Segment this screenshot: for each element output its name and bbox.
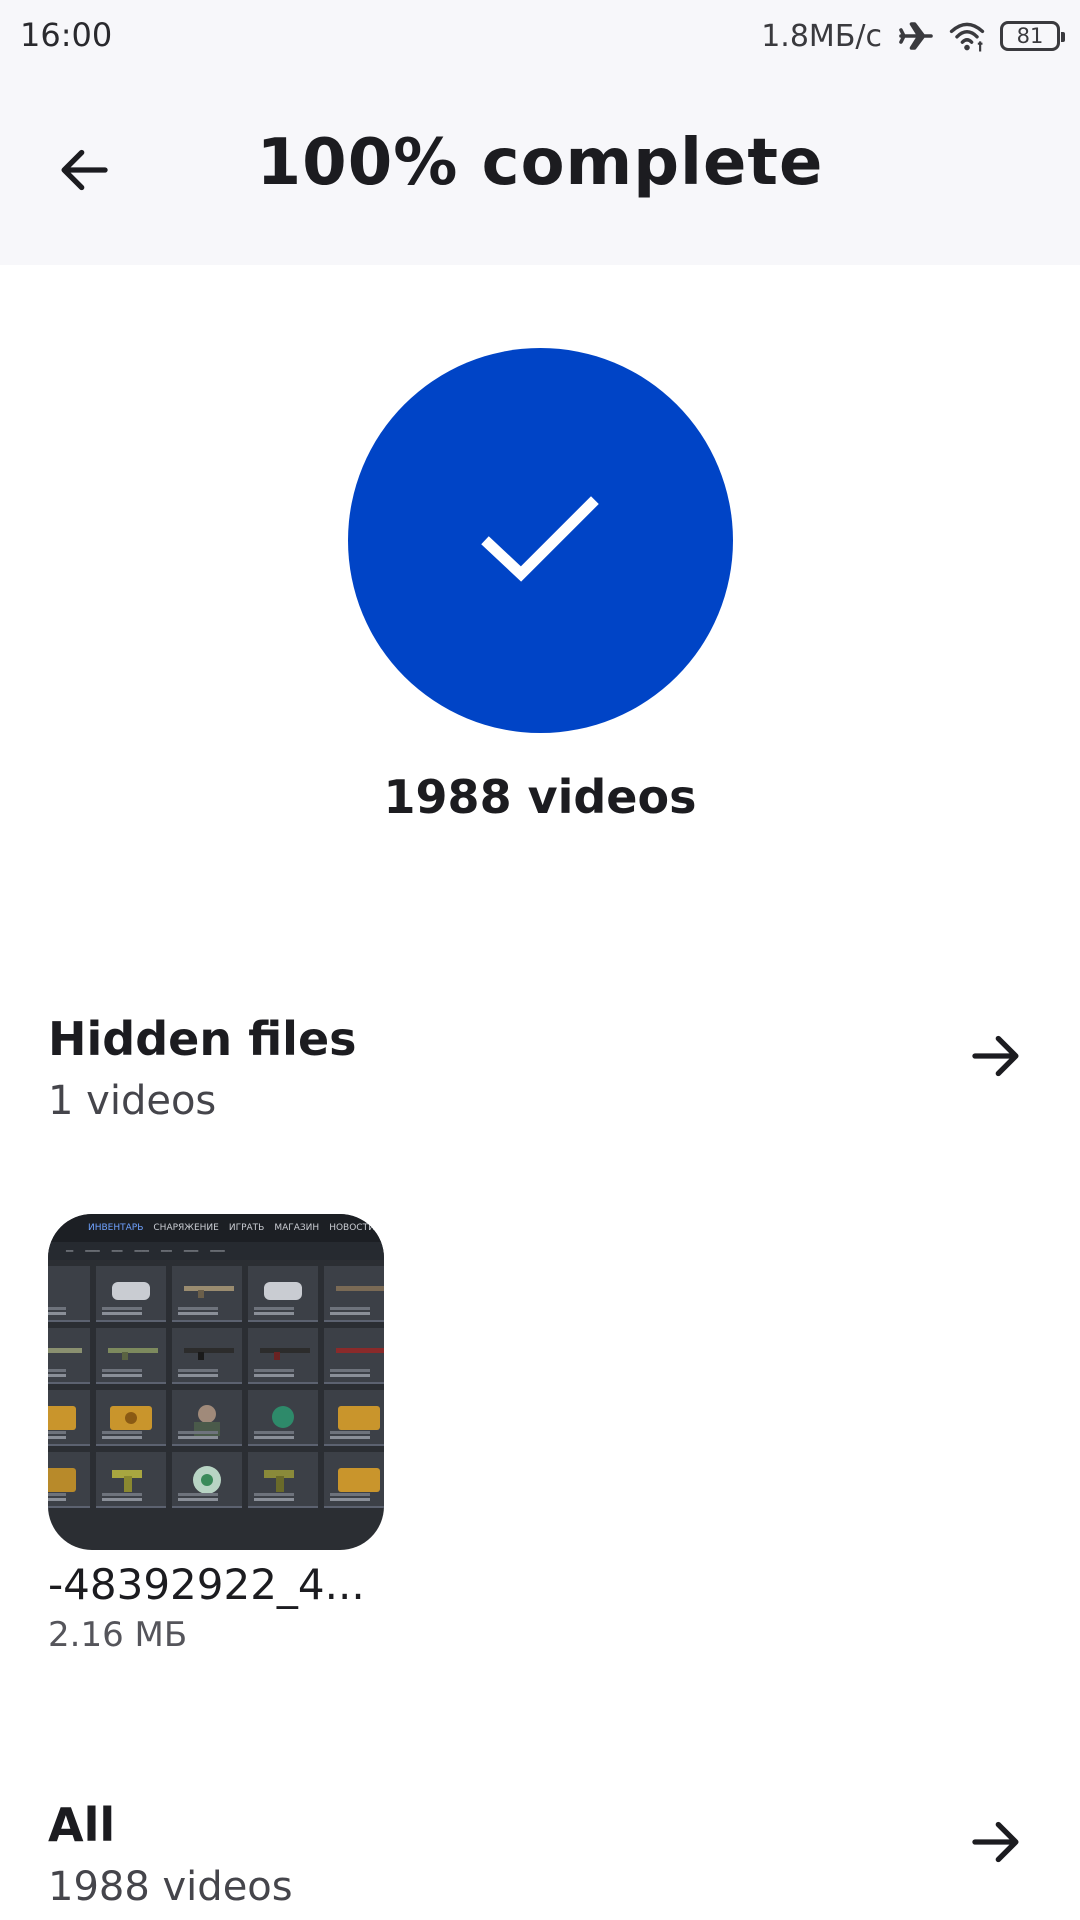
arrow-right-icon [972,1035,1019,1077]
top-bar-background: 16:00 1.8МБ/с 81 100% complete [0,0,1080,265]
thumbnail-menu-item: НОВОСТИ [329,1223,375,1233]
hidden-files-arrow-button[interactable] [960,1020,1032,1092]
file-card[interactable]: ИНВЕНТАРЬ СНАРЯЖЕНИЕ ИГРАТЬ МАГАЗИН НОВО… [48,1214,384,1655]
all-videos-section[interactable]: All 1988 videos [48,1798,1032,1918]
thumbnail-tile [96,1390,166,1446]
thumbnail-tile [324,1390,384,1446]
thumbnail-tile [324,1328,384,1384]
status-indicators: 1.8МБ/с 81 [761,12,1066,60]
thumbnail-menu-item: ИГРАТЬ [228,1223,265,1233]
checkmark-icon [480,495,599,582]
thumbnail-submenu-bar: ━━ ━━━━ ━━━ ━━━━ ━━━ ━━━━ ━━━━ [48,1242,384,1260]
thumbnail-tile [248,1452,318,1508]
thumbnail-menu-item: ИНВЕНТАРЬ [88,1223,144,1233]
arrow-right-icon [972,1821,1019,1863]
thumbnail-tile [172,1328,242,1384]
page-title: 100% complete [256,126,824,200]
airplane-icon [899,22,933,50]
thumbnail-tile [172,1390,242,1446]
thumbnail-tile [96,1328,166,1384]
thumbnail-tile [248,1328,318,1384]
all-videos-arrow-button[interactable] [960,1806,1032,1878]
section-subtitle: 1988 videos [48,1864,293,1910]
status-time: 16:00 [20,16,113,54]
thumbnail-tile [96,1452,166,1508]
header: 100% complete [0,74,1080,265]
battery-level: 81 [1016,23,1044,48]
hidden-files-section[interactable]: Hidden files 1 videos [48,1012,1032,1132]
thumbnail-tile [172,1452,242,1508]
network-speed: 1.8МБ/с [761,18,882,54]
thumbnail-tile [248,1266,318,1322]
thumbnail-tile [248,1390,318,1446]
file-name: -48392922_4... [48,1560,365,1609]
section-subtitle: 1 videos [48,1078,217,1124]
thumbnail-tile [324,1266,384,1322]
status-bar: 16:00 1.8МБ/с 81 [0,0,1080,74]
complete-circle [348,348,733,733]
thumbnail-tile [324,1452,384,1508]
thumbnail-menu-item: СНАРЯЖЕНИЕ [153,1223,219,1233]
wifi-icon [949,22,985,52]
thumbnail-tile [48,1452,90,1508]
thumbnail-tile [172,1266,242,1322]
section-title: Hidden files [48,1012,357,1066]
file-size: 2.16 МБ [48,1615,188,1655]
thumbnail-menu-bar: ИНВЕНТАРЬ СНАРЯЖЕНИЕ ИГРАТЬ МАГАЗИН НОВО… [48,1214,384,1242]
battery-icon: 81 [1000,21,1065,51]
thumbnail-item-grid [48,1266,384,1508]
thumbnail-tile [96,1266,166,1322]
total-video-count: 1988 videos [383,770,697,824]
video-thumbnail[interactable]: ИНВЕНТАРЬ СНАРЯЖЕНИЕ ИГРАТЬ МАГАЗИН НОВО… [48,1214,384,1550]
thumbnail-tile [48,1266,90,1322]
section-title: All [48,1798,116,1852]
thumbnail-menu-item: МАГАЗИН [274,1223,320,1233]
thumbnail-tile [48,1390,90,1446]
thumbnail-tile [48,1328,90,1384]
